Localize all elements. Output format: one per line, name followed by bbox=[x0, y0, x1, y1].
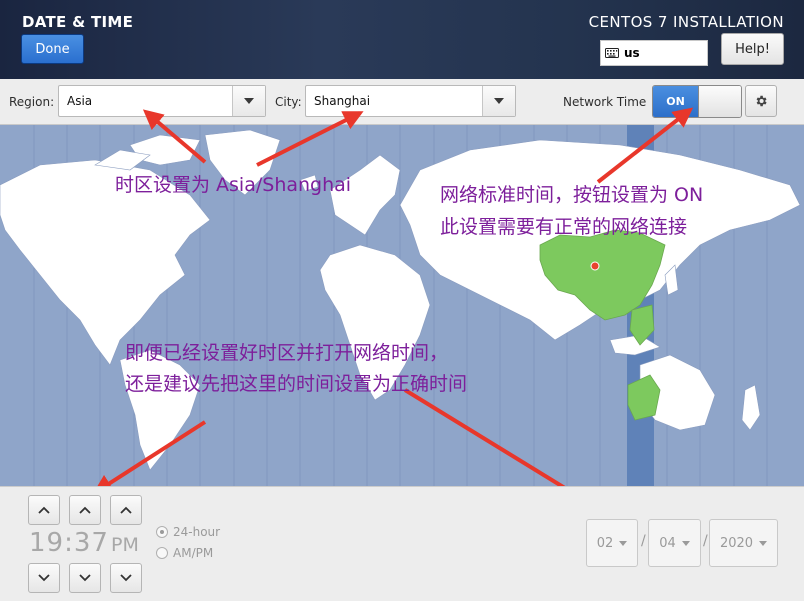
ampm-value: PM bbox=[111, 534, 139, 556]
minute-down-button[interactable] bbox=[69, 563, 101, 593]
date-separator: / bbox=[703, 533, 708, 549]
annotation-network-line2: 此设置需要有正常的网络连接 bbox=[440, 216, 688, 238]
date-separator: / bbox=[641, 533, 646, 549]
day-value: 04 bbox=[659, 535, 676, 551]
annotation-network-line1: 网络标准时间，按钮设置为 ON bbox=[440, 184, 704, 206]
chevron-up-icon bbox=[120, 506, 132, 514]
chevron-down-icon bbox=[681, 540, 690, 546]
format-24-hour-radio[interactable]: 24-hour bbox=[156, 525, 220, 539]
chevron-down-icon bbox=[759, 540, 768, 546]
annotation-time-line1: 即便已经设置好时区并打开网络时间， bbox=[125, 342, 449, 364]
day-combobox[interactable]: 04 bbox=[648, 519, 701, 567]
time-display: 19:37 bbox=[29, 528, 109, 558]
month-combobox[interactable]: 02 bbox=[586, 519, 638, 567]
year-value: 2020 bbox=[719, 535, 754, 551]
chevron-up-icon bbox=[38, 506, 50, 514]
hour-up-button[interactable] bbox=[28, 495, 60, 525]
ampm-up-button[interactable] bbox=[110, 495, 142, 525]
minutes-value: 37 bbox=[73, 528, 109, 558]
chevron-down-icon bbox=[120, 574, 132, 582]
chevron-down-icon bbox=[38, 574, 50, 582]
hour-down-button[interactable] bbox=[28, 563, 60, 593]
minute-up-button[interactable] bbox=[69, 495, 101, 525]
time-separator: : bbox=[64, 528, 74, 558]
year-combobox[interactable]: 2020 bbox=[709, 519, 778, 567]
ampm-down-button[interactable] bbox=[110, 563, 142, 593]
month-value: 02 bbox=[596, 535, 614, 551]
annotation-timezone: 时区设置为 Asia/Shanghai bbox=[115, 174, 352, 196]
format-ampm-radio[interactable]: AM/PM bbox=[156, 546, 213, 560]
radio-selected-indicator bbox=[156, 526, 168, 538]
chevron-up-icon bbox=[79, 506, 91, 514]
chevron-down-icon bbox=[79, 574, 91, 582]
annotation-time-line2: 还是建议先把这里的时间设置为正确时间 bbox=[125, 373, 468, 395]
radio-indicator bbox=[156, 547, 168, 559]
format-ampm-label: AM/PM bbox=[173, 546, 214, 560]
format-24-hour-label: 24-hour bbox=[173, 525, 221, 539]
chevron-down-icon bbox=[619, 540, 628, 546]
hours-value: 19 bbox=[29, 528, 65, 558]
